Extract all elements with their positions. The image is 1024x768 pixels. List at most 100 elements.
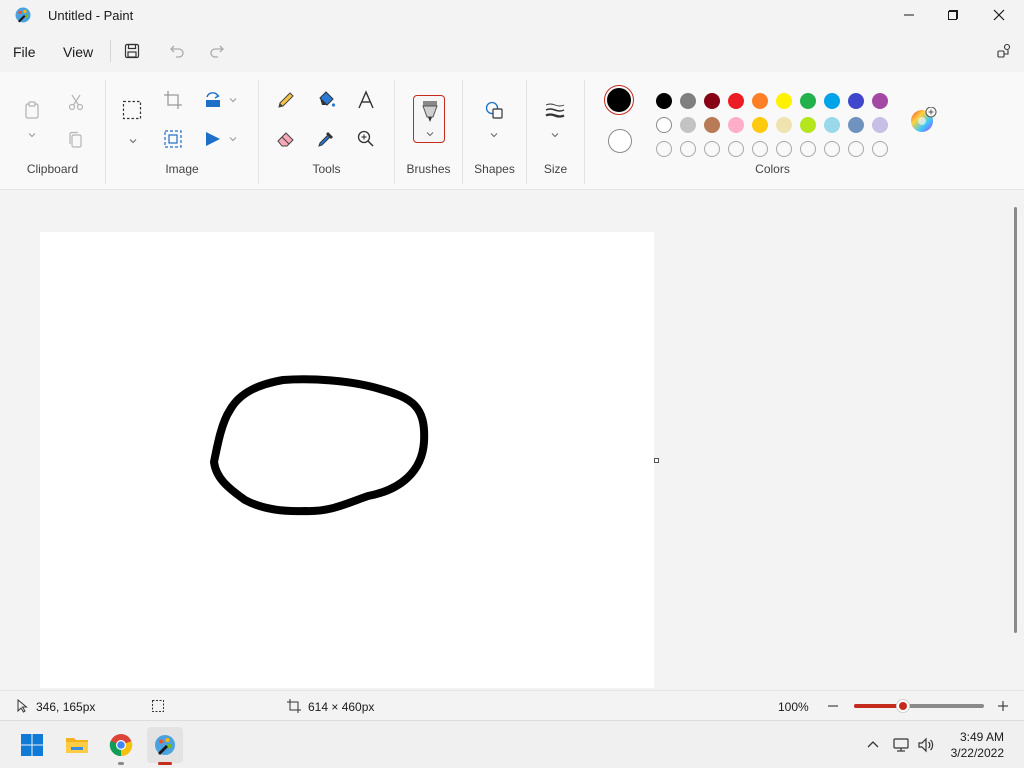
volume-icon[interactable] xyxy=(917,736,935,754)
eraser-button[interactable] xyxy=(272,125,300,153)
crop-button[interactable] xyxy=(159,86,187,114)
color-swatch[interactable] xyxy=(656,93,672,109)
resize-button[interactable] xyxy=(159,125,187,153)
color-swatch[interactable] xyxy=(872,93,888,109)
zoom-slider-thumb[interactable] xyxy=(896,699,911,713)
file-explorer-button[interactable] xyxy=(59,727,95,763)
color-swatch[interactable] xyxy=(800,117,816,133)
edit-colors-button[interactable] xyxy=(909,106,937,135)
rotate-button[interactable] xyxy=(199,86,227,114)
shapes-button[interactable] xyxy=(480,96,508,124)
zoom-slider[interactable] xyxy=(854,699,984,713)
color-swatch[interactable] xyxy=(680,93,696,109)
flip-icon xyxy=(206,132,220,146)
workspace xyxy=(0,191,1024,688)
brushes-button[interactable] xyxy=(413,95,445,143)
shapes-icon xyxy=(485,101,503,119)
secondary-color[interactable] xyxy=(608,129,632,153)
color-swatch[interactable] xyxy=(752,93,768,109)
color-swatch[interactable] xyxy=(656,117,672,133)
cut-icon xyxy=(68,94,84,111)
paint-icon xyxy=(155,735,175,755)
custom-color-slot[interactable] xyxy=(872,141,888,157)
size-button[interactable] xyxy=(541,96,569,124)
menu-separator xyxy=(110,40,111,62)
cut-button[interactable] xyxy=(62,88,90,116)
fill-button[interactable] xyxy=(312,86,340,114)
paste-button[interactable] xyxy=(18,96,46,124)
undo-icon xyxy=(170,45,184,58)
custom-color-slot[interactable] xyxy=(800,141,816,157)
network-icon[interactable] xyxy=(892,736,910,754)
custom-color-slot[interactable] xyxy=(824,141,840,157)
select-button[interactable] xyxy=(118,96,146,124)
custom-color-slot[interactable] xyxy=(752,141,768,157)
paint-taskbar-button[interactable] xyxy=(147,727,183,765)
tools-group: Tools xyxy=(259,78,394,186)
undo-button[interactable] xyxy=(166,40,188,62)
text-button[interactable] xyxy=(352,86,380,114)
color-swatch[interactable] xyxy=(704,117,720,133)
color-picker-button[interactable] xyxy=(312,125,340,153)
color-swatch[interactable] xyxy=(776,117,792,133)
active-indicator xyxy=(158,762,172,765)
color-swatch[interactable] xyxy=(824,93,840,109)
shapes-label: Shapes xyxy=(474,162,515,176)
color-swatch[interactable] xyxy=(728,93,744,109)
custom-color-slot[interactable] xyxy=(848,141,864,157)
vertical-scrollbar[interactable] xyxy=(1014,207,1017,633)
clipboard-label: Clipboard xyxy=(26,162,79,176)
color-swatch[interactable] xyxy=(704,93,720,109)
share-icon xyxy=(997,43,1011,58)
canvas-resize-handle[interactable] xyxy=(654,458,659,463)
colors-label: Colors xyxy=(755,162,790,176)
chevron-up-icon[interactable] xyxy=(864,736,882,754)
windows-start-icon xyxy=(21,734,43,756)
custom-color-slot[interactable] xyxy=(704,141,720,157)
custom-color-slot[interactable] xyxy=(680,141,696,157)
start-button[interactable] xyxy=(14,727,50,763)
copy-button[interactable] xyxy=(62,126,90,154)
clock[interactable]: 3:49 AM 3/22/2022 xyxy=(951,729,1004,761)
custom-color-slot[interactable] xyxy=(728,141,744,157)
color-swatch[interactable] xyxy=(800,93,816,109)
color-swatch[interactable] xyxy=(848,93,864,109)
drawing-canvas[interactable] xyxy=(40,232,654,688)
canvas-size-icon xyxy=(287,699,301,713)
color-swatch[interactable] xyxy=(824,117,840,133)
chrome-button[interactable] xyxy=(103,727,139,765)
zoom-slider-thumb-dot xyxy=(899,702,908,710)
color-swatch[interactable] xyxy=(872,117,888,133)
custom-color-slot[interactable] xyxy=(656,141,672,157)
zoom-out-button[interactable] xyxy=(826,699,840,713)
zoom-in-button[interactable] xyxy=(996,699,1010,713)
share-button[interactable] xyxy=(993,40,1015,62)
paste-icon xyxy=(25,101,39,119)
close-button[interactable] xyxy=(976,0,1022,30)
menu-file[interactable]: File xyxy=(7,42,42,62)
custom-color-slot[interactable] xyxy=(776,141,792,157)
maximize-button[interactable] xyxy=(930,0,976,30)
minimize-icon xyxy=(904,14,914,16)
color-swatch[interactable] xyxy=(680,117,696,133)
primary-color[interactable] xyxy=(604,85,634,115)
color-swatch[interactable] xyxy=(776,93,792,109)
color-wheel-icon xyxy=(911,106,937,132)
text-icon xyxy=(358,90,374,109)
menu-view[interactable]: View xyxy=(57,42,99,62)
cursor-position: 346, 165px xyxy=(36,700,96,714)
pencil-button[interactable] xyxy=(272,86,300,114)
color-swatch[interactable] xyxy=(752,117,768,133)
brush-icon xyxy=(422,101,438,122)
magnifier-button[interactable] xyxy=(352,125,380,153)
color-swatch[interactable] xyxy=(848,117,864,133)
chevron-down-icon xyxy=(28,133,36,138)
save-button[interactable] xyxy=(121,40,143,62)
folder-icon xyxy=(66,738,88,753)
zoom-level: 100% xyxy=(778,700,809,714)
redo-button[interactable] xyxy=(206,40,228,62)
minimize-button[interactable] xyxy=(886,0,932,30)
color-swatch[interactable] xyxy=(728,117,744,133)
colors-group: Colors xyxy=(585,78,960,186)
flip-button[interactable] xyxy=(199,125,227,153)
